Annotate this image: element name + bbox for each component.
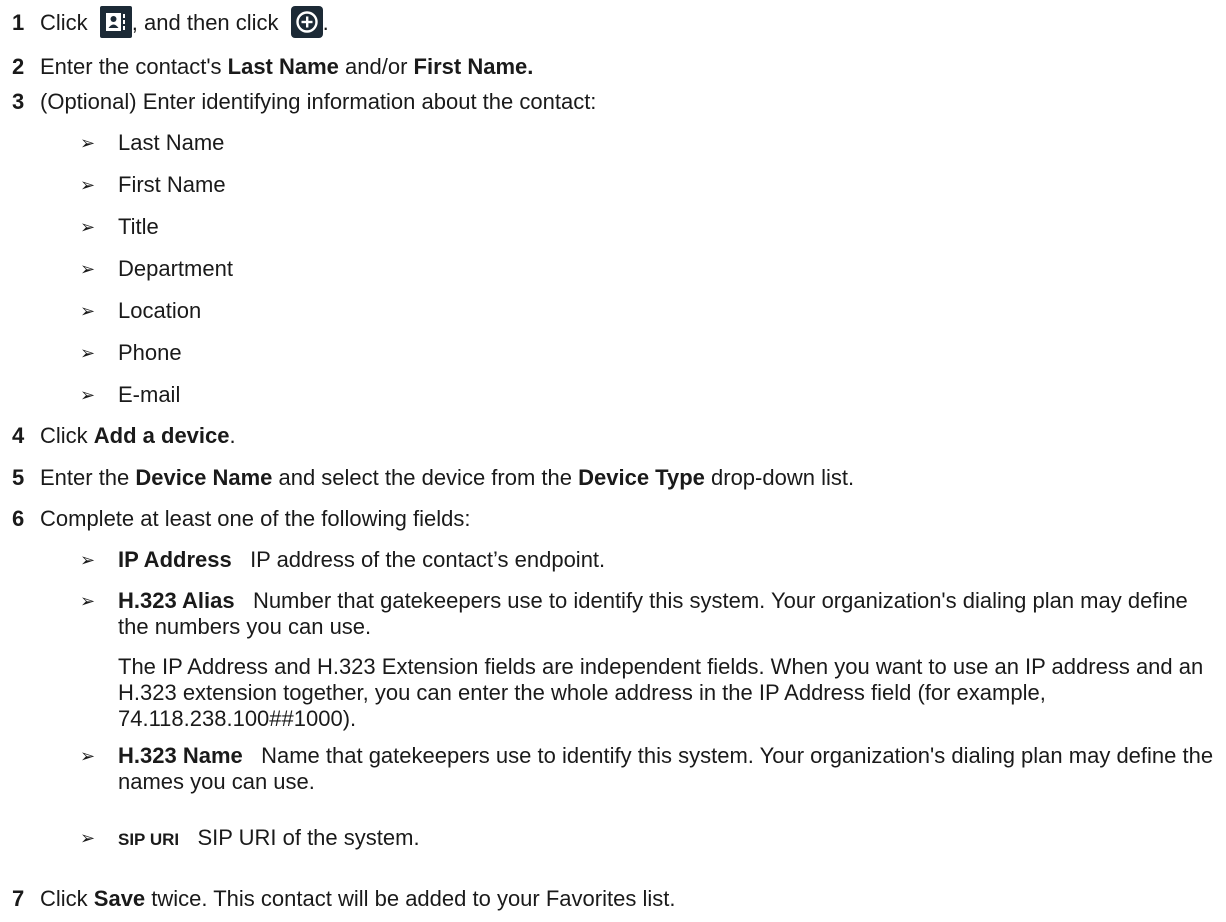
step-text: Click xyxy=(40,886,94,911)
step-1: 1 Click , and then click . xyxy=(12,6,329,40)
step-text: Enter the xyxy=(40,465,136,490)
arrow-bullet-icon: ➢ xyxy=(80,550,96,570)
list-item-text: Last Name xyxy=(118,130,225,155)
step-number: 7 xyxy=(12,886,25,911)
arrow-bullet-icon: ➢ xyxy=(80,301,96,321)
step-number: 2 xyxy=(12,54,25,79)
field-description: IP address of the contact’s endpoint. xyxy=(250,547,606,572)
step-text: and select the device from the xyxy=(272,465,579,490)
field-description: Number that gatekeepers use to identify … xyxy=(118,588,1188,639)
step-text: (Optional) Enter identifying information… xyxy=(40,89,597,114)
arrow-bullet-icon: ➢ xyxy=(80,217,96,237)
step-text: Enter the contact's xyxy=(40,54,228,79)
arrow-bullet-icon: ➢ xyxy=(80,828,96,848)
step-number: 5 xyxy=(12,465,25,490)
step-5: 5 Enter the Device Name and select the de… xyxy=(12,465,854,491)
step-4: 4 Click Add a device. xyxy=(12,423,236,449)
list-item-text: Department xyxy=(118,256,233,281)
list-item-text: Location xyxy=(118,298,202,323)
note-paragraph: The IP Address and H.323 Extension field… xyxy=(118,654,1204,731)
step-number: 4 xyxy=(12,423,25,448)
field-label: H.323 Name xyxy=(118,743,243,768)
step-text-3: . xyxy=(322,9,329,35)
arrow-bullet-icon: ➢ xyxy=(80,175,96,195)
step-bold-text: Save xyxy=(93,886,146,911)
add-circle-icon xyxy=(290,6,323,38)
step-6: 6 Complete at least one of the following … xyxy=(12,506,470,532)
step-text-2: , and then click xyxy=(131,9,279,35)
step-3: 3 (Optional) Enter identifying informatio… xyxy=(12,89,596,115)
list-item-text: H.323 Name Name that gatekeepers use to … xyxy=(118,743,1223,795)
field-label: SIP URI xyxy=(118,830,180,849)
step-number: 1 xyxy=(12,9,25,35)
contacts-icon xyxy=(99,6,132,38)
list-item-text: IP Address IP address of the contact’s e… xyxy=(118,547,605,573)
step-text: Click xyxy=(40,9,88,35)
arrow-bullet-icon: ➢ xyxy=(80,591,96,611)
list-item-text: Phone xyxy=(118,340,182,365)
step-text: Click xyxy=(40,423,94,448)
arrow-bullet-icon: ➢ xyxy=(80,746,96,766)
list-item-text: E-mail xyxy=(118,382,181,407)
step-7: 7 Click Save twice. This contact will be … xyxy=(12,886,675,912)
field-description: Name that gatekeepers use to identify th… xyxy=(118,743,1214,794)
step-text: and/or xyxy=(338,54,414,79)
arrow-bullet-icon: ➢ xyxy=(80,385,96,405)
arrow-bullet-icon: ➢ xyxy=(80,343,96,363)
step-text: twice. This contact will be added to you… xyxy=(145,886,676,911)
step-bold-text: Add a device xyxy=(93,423,230,448)
step-bold-text: Device Name xyxy=(135,465,273,490)
field-description: SIP URI of the system. xyxy=(197,825,420,850)
step-2: 2 Enter the contact's Last Name and/or Fi… xyxy=(12,54,533,80)
list-item-text: H.323 Alias Number that gatekeepers use … xyxy=(118,588,1223,640)
step-bold-text: First Name. xyxy=(413,54,534,79)
step-text: . xyxy=(229,423,236,448)
step-text: drop-down list. xyxy=(704,465,855,490)
step-number: 3 xyxy=(12,89,25,114)
step-bold-text: Last Name xyxy=(227,54,339,79)
step-text: Complete at least one of the following f… xyxy=(40,506,471,531)
list-item-text: SIP URI SIP URI of the system. xyxy=(118,825,420,853)
arrow-bullet-icon: ➢ xyxy=(80,259,96,279)
arrow-bullet-icon: ➢ xyxy=(80,133,96,153)
field-label: H.323 Alias xyxy=(118,588,235,613)
list-item-text: First Name xyxy=(118,172,226,197)
field-label: IP Address xyxy=(118,547,232,572)
step-bold-text: Device Type xyxy=(578,465,705,490)
step-number: 6 xyxy=(12,506,25,531)
list-item-text: Title xyxy=(118,214,159,239)
